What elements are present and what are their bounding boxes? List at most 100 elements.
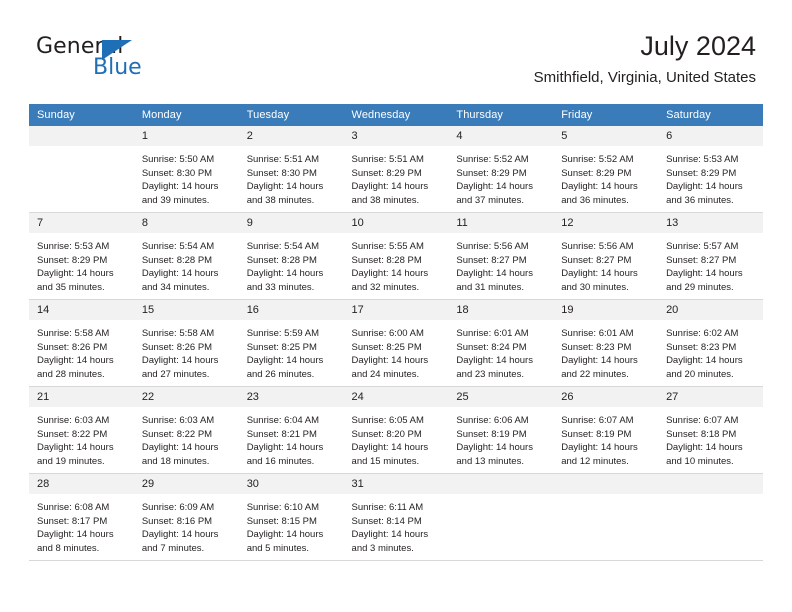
weekday-header-monday: Monday	[133, 104, 239, 126]
day-details: Sunrise: 5:54 AM Sunset: 8:28 PM Daylight:…	[134, 233, 239, 294]
calendar-day-cell[interactable]: 1 Sunrise: 5:50 AM Sunset: 8:30 PM Daylight…	[133, 126, 239, 213]
calendar-day-cell[interactable]: 21 Sunrise: 6:03 AM Sunset: 8:22 PM Dayligh…	[29, 386, 134, 474]
daylight-line1-text: Daylight: 14 hours	[561, 181, 638, 192]
daylight-line2-text: and 36 minutes.	[666, 194, 734, 206]
daylight-line2-text: and 16 minutes.	[246, 455, 315, 467]
calendar-day-cell[interactable]: 14 Sunrise: 5:58 AM Sunset: 8:26 PM Dayligh…	[29, 299, 134, 387]
day-number: 6	[658, 126, 763, 146]
day-number: 29	[133, 474, 239, 494]
daylight-line2-text: and 33 minutes.	[246, 281, 315, 293]
calendar-grid: Sunday Monday Tuesday Wednesday Thursday…	[29, 104, 763, 561]
calendar-day-cell[interactable]: 30 Sunrise: 6:10 AM Sunset: 8:15 PM Dayligh…	[238, 473, 344, 561]
daylight-line1-text: Daylight: 14 hours	[37, 442, 114, 453]
calendar-day-cell[interactable]: 5 Sunrise: 5:52 AM Sunset: 8:29 PM Daylight…	[553, 126, 659, 213]
general-blue-logo[interactable]: General Blue	[36, 36, 166, 82]
calendar-day-cell[interactable]: 3 Sunrise: 5:51 AM Sunset: 8:29 PM Daylight…	[343, 126, 449, 213]
day-details: Sunrise: 6:06 AM Sunset: 8:19 PM Daylight:…	[448, 407, 553, 468]
sunset-text: Sunset: 8:27 PM	[456, 254, 527, 266]
daylight-line1-text: Daylight: 14 hours	[141, 181, 219, 192]
sunrise-text: Sunrise: 6:06 AM	[456, 415, 529, 426]
sunset-text: Sunset: 8:29 PM	[666, 167, 737, 179]
day-number: 17	[343, 300, 449, 320]
calendar-day-cell[interactable]: 24 Sunrise: 6:05 AM Sunset: 8:20 PM Dayligh…	[343, 386, 449, 474]
sunrise-text: Sunrise: 5:58 AM	[141, 328, 215, 339]
daylight-line2-text: and 8 minutes.	[37, 542, 100, 554]
day-details: Sunrise: 5:52 AM Sunset: 8:29 PM Daylight:…	[553, 146, 658, 207]
calendar-day-cell[interactable]: 18 Sunrise: 6:01 AM Sunset: 8:24 PM Dayligh…	[448, 299, 554, 387]
calendar-day-cell[interactable]: 19 Sunrise: 6:01 AM Sunset: 8:23 PM Dayligh…	[553, 299, 659, 387]
weekday-header-wednesday: Wednesday	[343, 104, 449, 126]
daylight-line1-text: Daylight: 14 hours	[561, 355, 638, 366]
day-number: 12	[553, 213, 659, 233]
daylight-line1-text: Daylight: 14 hours	[351, 268, 429, 279]
day-details: Sunrise: 6:09 AM Sunset: 8:16 PM Daylight:…	[134, 494, 239, 555]
sunrise-text: Sunrise: 6:03 AM	[37, 415, 110, 426]
calendar-day-cell[interactable]: 10 Sunrise: 5:55 AM Sunset: 8:28 PM Dayligh…	[343, 212, 449, 300]
daylight-line2-text: and 36 minutes.	[561, 194, 629, 206]
day-details: Sunrise: 5:53 AM Sunset: 8:29 PM Daylight:…	[29, 233, 134, 294]
sunset-text: Sunset: 8:27 PM	[561, 254, 632, 266]
sunset-text: Sunset: 8:30 PM	[246, 167, 317, 179]
calendar-day-cell[interactable]: 4 Sunrise: 5:52 AM Sunset: 8:29 PM Daylight…	[448, 126, 554, 213]
sunset-text: Sunset: 8:22 PM	[141, 428, 213, 440]
calendar-day-cell[interactable]	[29, 126, 134, 213]
calendar-day-cell[interactable]: 17 Sunrise: 6:00 AM Sunset: 8:25 PM Dayligh…	[343, 299, 449, 387]
sunrise-text: Sunrise: 5:55 AM	[351, 241, 424, 252]
daylight-line2-text: and 24 minutes.	[351, 368, 420, 380]
calendar-day-cell[interactable]: 26 Sunrise: 6:07 AM Sunset: 8:19 PM Dayligh…	[553, 386, 659, 474]
sunset-text: Sunset: 8:29 PM	[37, 254, 108, 266]
calendar-day-cell[interactable]: 16 Sunrise: 5:59 AM Sunset: 8:25 PM Dayligh…	[238, 299, 344, 387]
page-header: General Blue July 2024 Smithfield, Virgi…	[0, 0, 792, 100]
daylight-line1-text: Daylight: 14 hours	[351, 181, 429, 192]
title-block: July 2024 Smithfield, Virginia, United S…	[534, 30, 756, 88]
page-title: July 2024	[640, 31, 756, 61]
logo-secondary-text: Blue	[93, 55, 142, 80]
sunrise-text: Sunrise: 5:58 AM	[37, 328, 110, 339]
sunrise-text: Sunrise: 6:01 AM	[561, 328, 634, 339]
calendar-day-cell[interactable]	[448, 473, 554, 561]
sunrise-text: Sunrise: 6:03 AM	[141, 415, 215, 426]
sunrise-text: Sunrise: 6:07 AM	[666, 415, 739, 426]
calendar-day-cell[interactable]: 6 Sunrise: 5:53 AM Sunset: 8:29 PM Daylight…	[658, 126, 763, 213]
daylight-line1-text: Daylight: 14 hours	[246, 529, 324, 540]
calendar-day-cell[interactable]: 23 Sunrise: 6:04 AM Sunset: 8:21 PM Dayligh…	[238, 386, 344, 474]
calendar-day-cell[interactable]: 20 Sunrise: 6:02 AM Sunset: 8:23 PM Dayligh…	[658, 299, 763, 387]
calendar-day-cell[interactable]: 27 Sunrise: 6:07 AM Sunset: 8:18 PM Dayligh…	[658, 386, 763, 474]
calendar-day-cell[interactable]: 8 Sunrise: 5:54 AM Sunset: 8:28 PM Daylight…	[133, 212, 239, 300]
calendar-week-row: 28 Sunrise: 6:08 AM Sunset: 8:17 PM Dayligh…	[29, 473, 763, 561]
day-number: 2	[238, 126, 344, 146]
daylight-line1-text: Daylight: 14 hours	[246, 268, 324, 279]
calendar-day-cell[interactable]: 13 Sunrise: 5:57 AM Sunset: 8:27 PM Dayligh…	[658, 212, 763, 300]
calendar-day-cell[interactable]: 11 Sunrise: 5:56 AM Sunset: 8:27 PM Dayligh…	[448, 212, 554, 300]
calendar-day-cell[interactable]: 9 Sunrise: 5:54 AM Sunset: 8:28 PM Daylight…	[238, 212, 344, 300]
calendar-day-cell[interactable]: 2 Sunrise: 5:51 AM Sunset: 8:30 PM Daylight…	[238, 126, 344, 213]
sunset-text: Sunset: 8:28 PM	[141, 254, 213, 266]
sunrise-text: Sunrise: 5:51 AM	[246, 154, 320, 165]
day-number: 8	[133, 213, 239, 233]
calendar-day-cell[interactable]: 15 Sunrise: 5:58 AM Sunset: 8:26 PM Dayligh…	[133, 299, 239, 387]
daylight-line2-text: and 22 minutes.	[561, 368, 629, 380]
daylight-line2-text: and 34 minutes.	[141, 281, 210, 293]
calendar-day-cell[interactable]: 25 Sunrise: 6:06 AM Sunset: 8:19 PM Dayligh…	[448, 386, 554, 474]
day-details: Sunrise: 5:51 AM Sunset: 8:30 PM Daylight:…	[239, 146, 344, 207]
daylight-line1-text: Daylight: 14 hours	[456, 268, 533, 279]
sunset-text: Sunset: 8:22 PM	[37, 428, 108, 440]
calendar-day-cell[interactable]	[658, 473, 763, 561]
calendar-day-cell[interactable]: 29 Sunrise: 6:09 AM Sunset: 8:16 PM Dayligh…	[133, 473, 239, 561]
calendar-day-cell[interactable]: 28 Sunrise: 6:08 AM Sunset: 8:17 PM Dayligh…	[29, 473, 134, 561]
sunrise-text: Sunrise: 6:11 AM	[351, 502, 424, 513]
calendar-day-cell[interactable]: 12 Sunrise: 5:56 AM Sunset: 8:27 PM Dayligh…	[553, 212, 659, 300]
sunrise-text: Sunrise: 5:52 AM	[561, 154, 634, 165]
calendar-day-cell[interactable]	[553, 473, 659, 561]
calendar-day-cell[interactable]: 7 Sunrise: 5:53 AM Sunset: 8:29 PM Daylight…	[29, 212, 134, 300]
sunrise-text: Sunrise: 6:08 AM	[37, 502, 110, 513]
day-number: 10	[343, 213, 449, 233]
calendar-day-cell[interactable]: 31 Sunrise: 6:11 AM Sunset: 8:14 PM Dayligh…	[343, 473, 449, 561]
sunrise-text: Sunrise: 6:09 AM	[141, 502, 215, 513]
weekday-header-friday: Friday	[553, 104, 659, 126]
calendar-day-cell[interactable]: 22 Sunrise: 6:03 AM Sunset: 8:22 PM Dayligh…	[133, 386, 239, 474]
day-number	[29, 126, 134, 146]
daylight-line1-text: Daylight: 14 hours	[37, 268, 114, 279]
sunrise-text: Sunrise: 5:51 AM	[351, 154, 424, 165]
daylight-line2-text: and 3 minutes.	[351, 542, 414, 554]
